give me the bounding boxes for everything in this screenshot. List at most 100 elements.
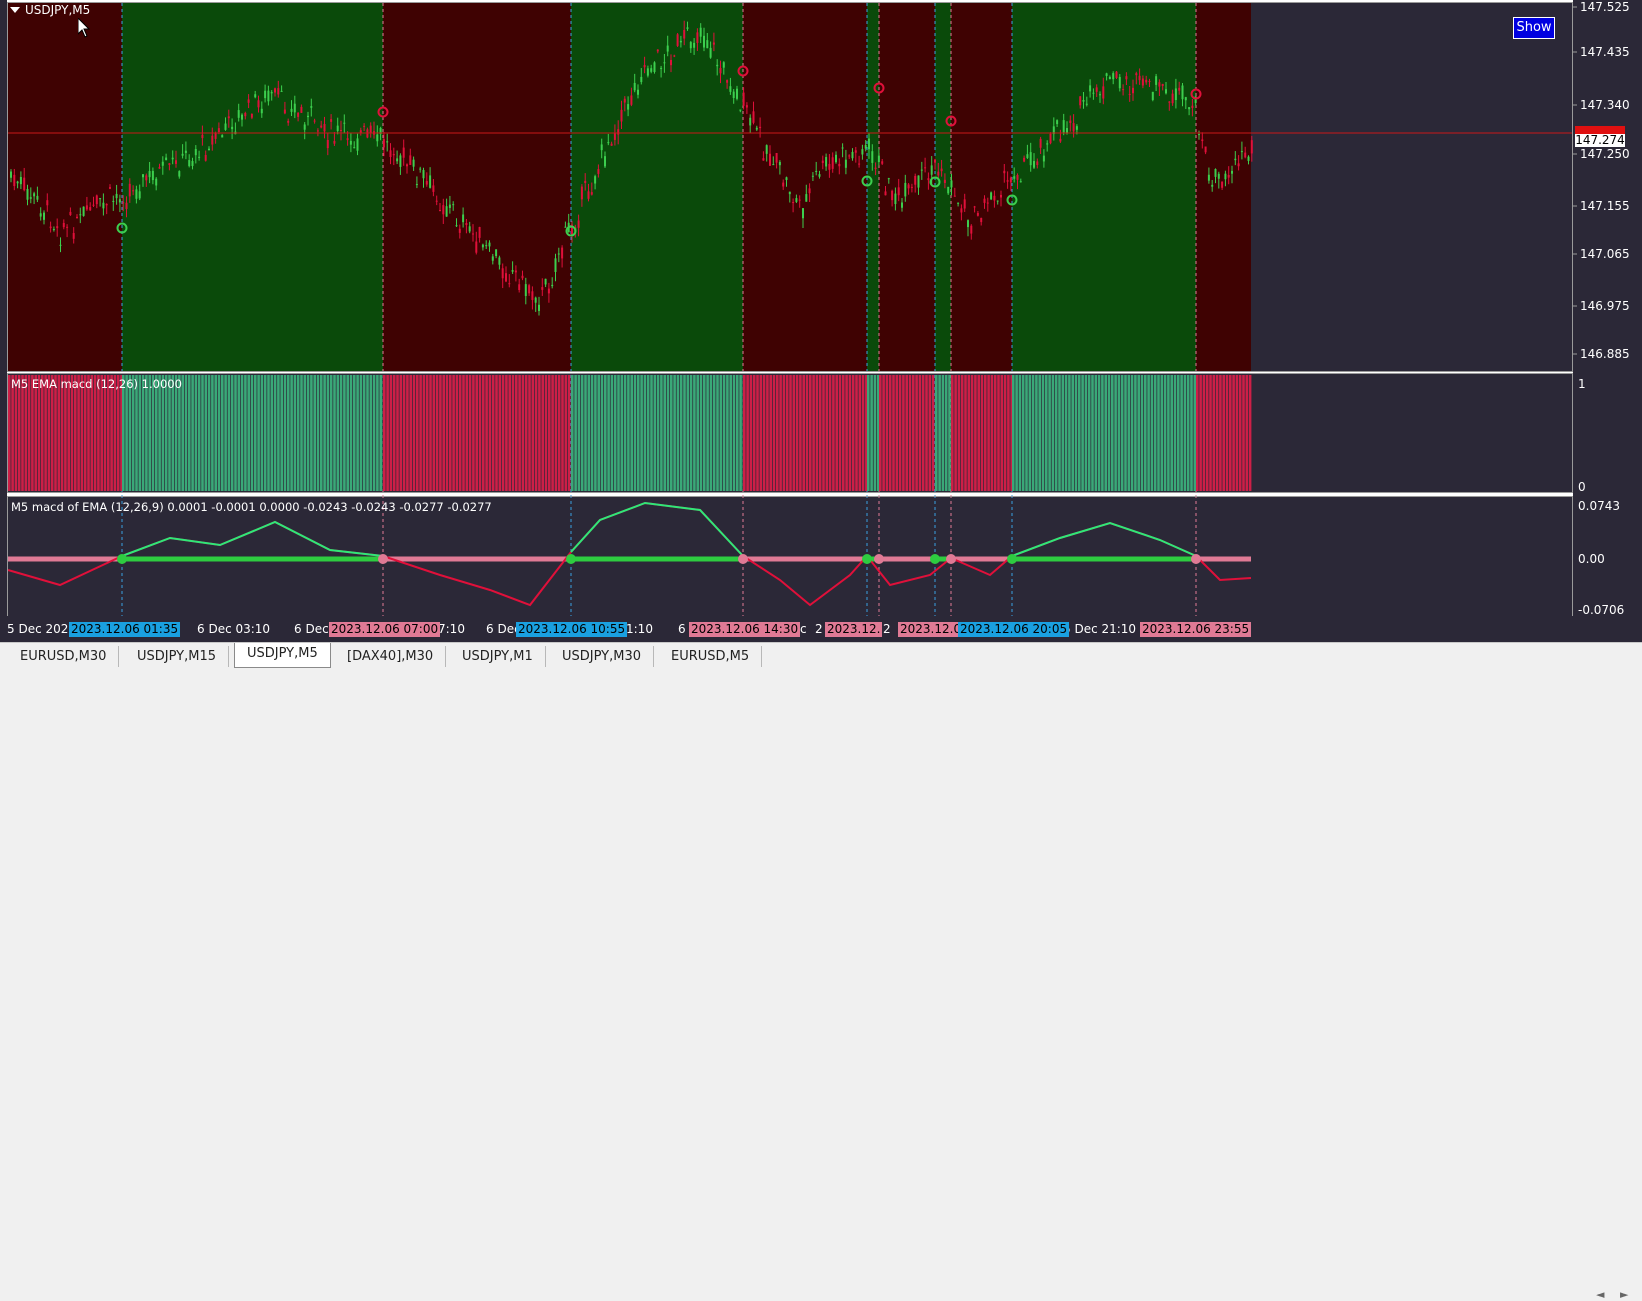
tab-usdjpy-m1[interactable]: USDJPY,M1 [450,646,546,667]
candle-body [1115,71,1118,78]
candle-body [802,208,804,219]
histogram-bar [838,375,842,491]
candle-body [468,226,471,232]
candle-body [844,159,847,168]
candle-body [927,178,930,181]
histogram-bar [941,375,945,491]
chart-canvas[interactable] [0,0,1642,642]
histogram-bar [935,375,938,491]
tab-usdjpy-m5[interactable]: USDJPY,M5 [234,643,331,668]
candle-body [656,49,659,52]
histogram-bar [795,375,799,491]
candle-body [79,214,82,216]
histogram-bar [1160,375,1164,491]
sub2-axis-tick: 0.00 [1578,552,1605,566]
histogram-bar [1153,375,1157,491]
candle-body [851,151,854,159]
candle-body [148,171,151,178]
dropdown-triangle-icon[interactable] [10,7,20,13]
candle-body [290,108,293,112]
candle-body [778,162,781,166]
histogram-bar [201,375,204,491]
candle-body [1155,76,1158,85]
tab-usdjpy-m30[interactable]: USDJPY,M30 [550,646,654,667]
histogram-bar [17,375,21,491]
show-button[interactable]: Show [1513,17,1555,39]
histogram-bar [323,375,326,491]
candle-body [412,159,415,167]
tab-usdjpy-m15[interactable]: USDJPY,M15 [125,646,229,667]
candle-body [1207,174,1210,181]
candle-body [128,183,131,197]
histogram-bar [967,375,971,491]
histogram-bar [749,375,753,491]
histogram-bar [60,375,64,491]
candle-body [907,184,910,189]
histogram-bar [858,375,862,491]
histogram-bar [389,375,393,491]
candle-body [785,177,788,181]
tab-eurusd-m30[interactable]: EURUSD,M30 [8,646,120,667]
cross-point [566,554,576,564]
candle-body [161,161,164,166]
histogram-bar [944,375,948,491]
histogram-bar [260,375,264,491]
candle-body [643,65,646,68]
candle-body [247,99,250,103]
candle-body [739,109,742,111]
tab-eurusd-m5[interactable]: EURUSD,M5 [659,646,763,667]
histogram-bar [882,375,885,491]
histogram-bar [600,375,604,491]
tab-dax40-m30[interactable]: [DAX40],M30 [335,646,447,667]
histogram-bar [1209,375,1212,491]
candle-body [323,123,326,132]
histogram-bar [1025,375,1028,491]
candle-body [59,244,62,246]
bear-zone [743,3,867,372]
histogram-bar [287,375,290,491]
histogram-bar [683,375,686,491]
histogram-bar [34,375,37,491]
candle-body [1211,184,1214,187]
histogram-bar [31,375,34,491]
candle-body [637,89,639,95]
candle-body [175,160,177,164]
candle-body [85,205,88,210]
histogram-bar [386,375,389,491]
chart-window-title: USDJPY,M5 [10,3,90,17]
histogram-bar [726,375,729,491]
candle-body [521,275,524,279]
histogram-bar [716,375,719,491]
histogram-bar [1242,375,1245,491]
candle-body [1003,170,1006,174]
scroll-right-icon[interactable]: ► [1620,1288,1628,1301]
histogram-bar [343,375,346,491]
candle-body [280,90,283,92]
candle-body [415,184,418,186]
candle-body [1082,100,1085,102]
candle-body [1214,169,1217,177]
candle-body [227,116,230,119]
histogram-bar [1140,375,1144,491]
histogram-bar [495,375,498,491]
candle-body [346,138,349,141]
histogram-bar [432,375,436,491]
price-tick: 147.340 [1580,98,1630,112]
histogram-bar [646,375,650,491]
candle-body [897,187,900,196]
histogram-bar [501,375,505,491]
histogram-bar [1170,375,1173,491]
scroll-left-icon[interactable]: ◄ [1596,1288,1604,1301]
histogram-bar [359,375,363,491]
candle-body [1231,170,1233,174]
candle-body [1069,120,1072,124]
candle-body [937,171,940,176]
histogram-bar [597,375,600,491]
histogram-bar [1177,375,1180,491]
candle-body [613,132,616,140]
candle-body [541,287,544,290]
histogram-bar [1084,375,1088,491]
histogram-bar [356,375,359,491]
histogram-bar [508,375,511,491]
histogram-bar [184,375,188,491]
